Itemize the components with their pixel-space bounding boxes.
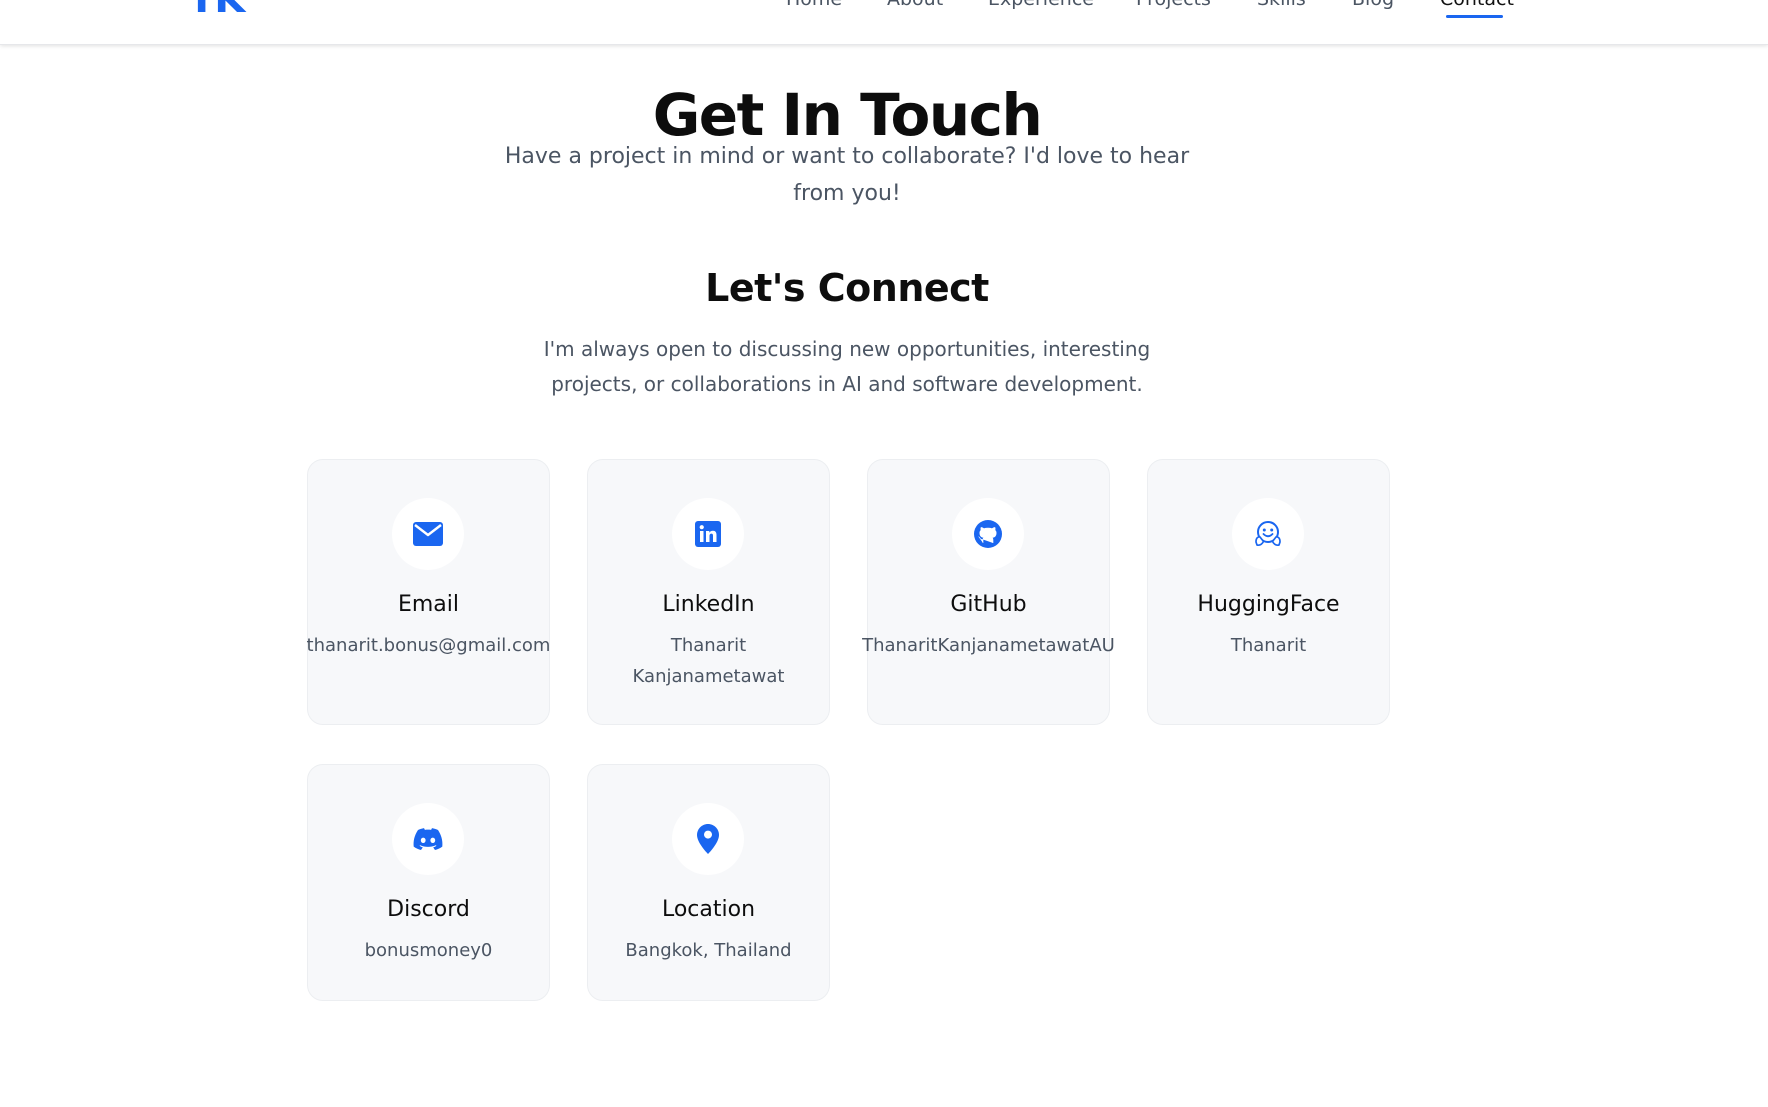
linkedin-icon — [695, 521, 721, 547]
contact-card-linkedin[interactable]: LinkedIn Thanarit Kanjanametawat — [587, 459, 830, 725]
contact-card-github[interactable]: GitHub ThanaritKanjanametawatAU — [862, 459, 1115, 725]
active-nav-indicator — [1446, 15, 1503, 18]
site-header: TK Home About Experience Projects Skills… — [0, 0, 1768, 45]
contact-card-email[interactable]: Email thanarit.bonus@gmail.com — [307, 459, 550, 725]
contact-card-huggingface[interactable]: HuggingFace Thanarit — [1147, 459, 1390, 725]
discord-icon — [413, 828, 443, 850]
contact-card-discord[interactable]: Discord bonusmoney0 — [307, 764, 550, 1001]
card-title: GitHub — [950, 592, 1027, 617]
card-value[interactable]: ThanaritKanjanametawatAU — [828, 630, 1149, 661]
card-title: HuggingFace — [1197, 592, 1340, 617]
nav-projects[interactable]: Projects — [1136, 0, 1211, 10]
section-description: I'm always open to discussing new opport… — [543, 337, 1151, 396]
card-title: Location — [661, 897, 756, 922]
card-title: Email — [397, 592, 460, 617]
nav-experience[interactable]: Experience — [988, 0, 1094, 10]
icon-circle — [672, 803, 744, 875]
icon-circle — [392, 498, 464, 570]
nav-contact[interactable]: Contact — [1440, 0, 1514, 10]
huggingface-icon — [1253, 520, 1283, 548]
card-value[interactable]: Bangkok, Thailand — [548, 935, 869, 966]
icon-circle — [952, 498, 1024, 570]
map-pin-icon — [697, 824, 719, 854]
contact-card-location[interactable]: Location Bangkok, Thailand — [587, 764, 830, 1001]
nav-about[interactable]: About — [887, 0, 943, 10]
card-value[interactable]: thanarit.bonus@gmail.com — [268, 630, 589, 661]
icon-circle — [672, 498, 744, 570]
nav-home[interactable]: Home — [786, 0, 842, 10]
icon-circle — [392, 803, 464, 875]
card-value[interactable]: bonusmoney0 — [268, 935, 589, 966]
page: TK Home About Experience Projects Skills… — [0, 0, 1768, 1107]
card-value[interactable]: Thanarit Kanjanametawat — [618, 630, 799, 692]
icon-circle — [1232, 498, 1304, 570]
site-logo[interactable]: TK — [188, 0, 245, 22]
page-subtitle: Have a project in mind or want to collab… — [504, 144, 1190, 206]
envelope-icon — [413, 522, 443, 546]
card-value[interactable]: Thanarit — [1108, 630, 1429, 661]
nav-blog[interactable]: Blog — [1352, 0, 1394, 10]
card-title: LinkedIn — [662, 592, 755, 617]
card-title: Discord — [387, 897, 470, 922]
nav-skills[interactable]: Skills — [1257, 0, 1306, 10]
github-icon — [973, 519, 1003, 549]
section-title: Let's Connect — [705, 266, 989, 310]
